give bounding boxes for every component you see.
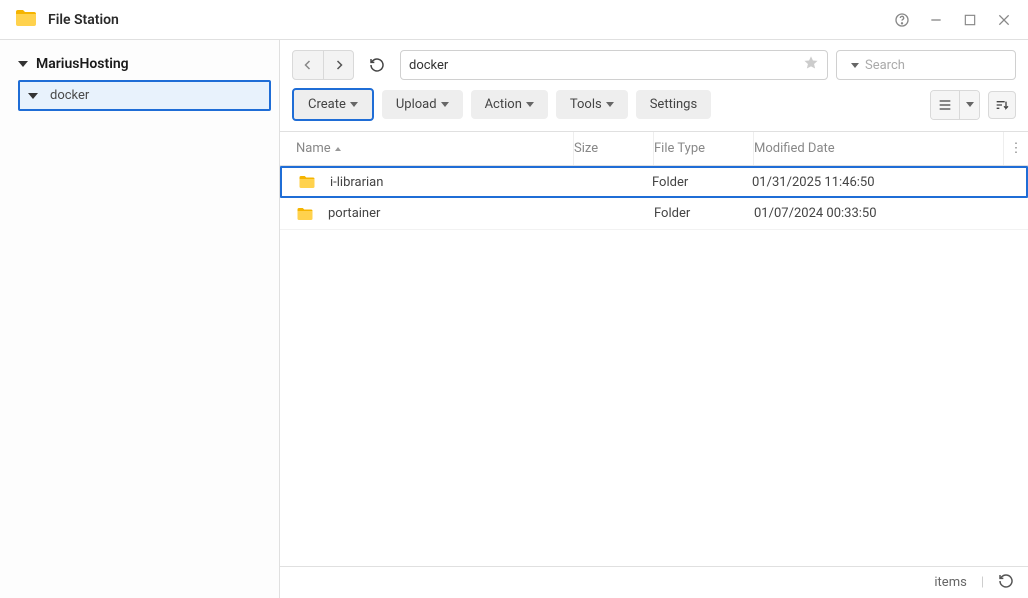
- column-menu-icon[interactable]: ⋮: [1004, 132, 1028, 165]
- table-row[interactable]: i-librarian Folder01/31/2025 11:46:50: [280, 166, 1028, 198]
- folder-icon: [296, 205, 314, 223]
- status-bar: items |: [280, 566, 1028, 598]
- col-header-date[interactable]: Modified Date: [754, 132, 1004, 165]
- app-title: File Station: [48, 12, 119, 28]
- search-field[interactable]: [865, 58, 1028, 73]
- maximize-icon[interactable]: [960, 10, 980, 30]
- table-header: Name Size File Type Modified Date ⋮: [280, 132, 1028, 166]
- tree-child-label: docker: [50, 88, 89, 103]
- row-date: 01/31/2025 11:46:50: [752, 175, 1002, 190]
- sort-button[interactable]: [988, 91, 1016, 119]
- chevron-down-icon: [606, 102, 614, 107]
- minimize-icon[interactable]: [926, 10, 946, 30]
- upload-label: Upload: [396, 97, 437, 112]
- table-row[interactable]: portainer Folder01/07/2024 00:33:50: [280, 198, 1028, 230]
- action-label: Action: [485, 97, 522, 112]
- back-button[interactable]: [293, 51, 323, 79]
- row-type: Folder: [654, 206, 754, 221]
- create-label: Create: [308, 97, 346, 112]
- nav-row: [280, 40, 1028, 86]
- tree-child-docker[interactable]: docker: [18, 80, 271, 111]
- forward-button[interactable]: [323, 51, 353, 79]
- help-icon[interactable]: [892, 10, 912, 30]
- reload-button[interactable]: [362, 51, 392, 79]
- upload-button[interactable]: Upload: [382, 90, 463, 119]
- toolbar: Create Upload Action Tools Settings: [280, 86, 1028, 131]
- col-header-name[interactable]: Name: [280, 132, 574, 165]
- favorite-icon[interactable]: [803, 55, 819, 75]
- settings-button[interactable]: Settings: [636, 90, 711, 119]
- search-box[interactable]: [836, 50, 1016, 80]
- row-name: portainer: [328, 206, 380, 221]
- create-button[interactable]: Create: [292, 88, 374, 121]
- chevron-down-icon: [526, 102, 534, 107]
- col-header-size[interactable]: Size: [574, 132, 654, 165]
- nav-buttons: [292, 50, 354, 80]
- path-field[interactable]: [409, 58, 803, 73]
- status-items: items: [934, 575, 966, 590]
- sidebar: MariusHosting docker: [0, 40, 280, 598]
- tree-root[interactable]: MariusHosting: [4, 52, 275, 76]
- caret-down-icon: [18, 61, 28, 67]
- view-dropdown-button[interactable]: [959, 91, 979, 119]
- status-reload-button[interactable]: [998, 573, 1014, 593]
- row-date: 01/07/2024 00:33:50: [754, 206, 1004, 221]
- view-buttons: [930, 90, 980, 120]
- row-type: Folder: [652, 175, 752, 190]
- file-table: Name Size File Type Modified Date ⋮ i-li…: [280, 131, 1028, 566]
- tools-button[interactable]: Tools: [556, 90, 628, 119]
- app-folder-icon: [14, 6, 38, 34]
- chevron-down-icon: [966, 102, 974, 107]
- chevron-down-icon[interactable]: [851, 63, 859, 68]
- path-input[interactable]: [400, 50, 828, 80]
- settings-label: Settings: [650, 97, 697, 112]
- tools-label: Tools: [570, 97, 602, 112]
- folder-icon: [298, 173, 316, 191]
- col-header-type[interactable]: File Type: [654, 132, 754, 165]
- caret-down-icon: [28, 93, 38, 99]
- chevron-down-icon: [441, 102, 449, 107]
- close-icon[interactable]: [994, 10, 1014, 30]
- tree-root-label: MariusHosting: [36, 56, 129, 72]
- window-controls: [892, 10, 1014, 30]
- chevron-down-icon: [350, 102, 358, 107]
- title-bar: File Station: [0, 0, 1028, 40]
- list-view-button[interactable]: [931, 91, 959, 119]
- sort-asc-icon: [335, 147, 341, 151]
- action-button[interactable]: Action: [471, 90, 548, 119]
- row-name: i-librarian: [330, 175, 383, 190]
